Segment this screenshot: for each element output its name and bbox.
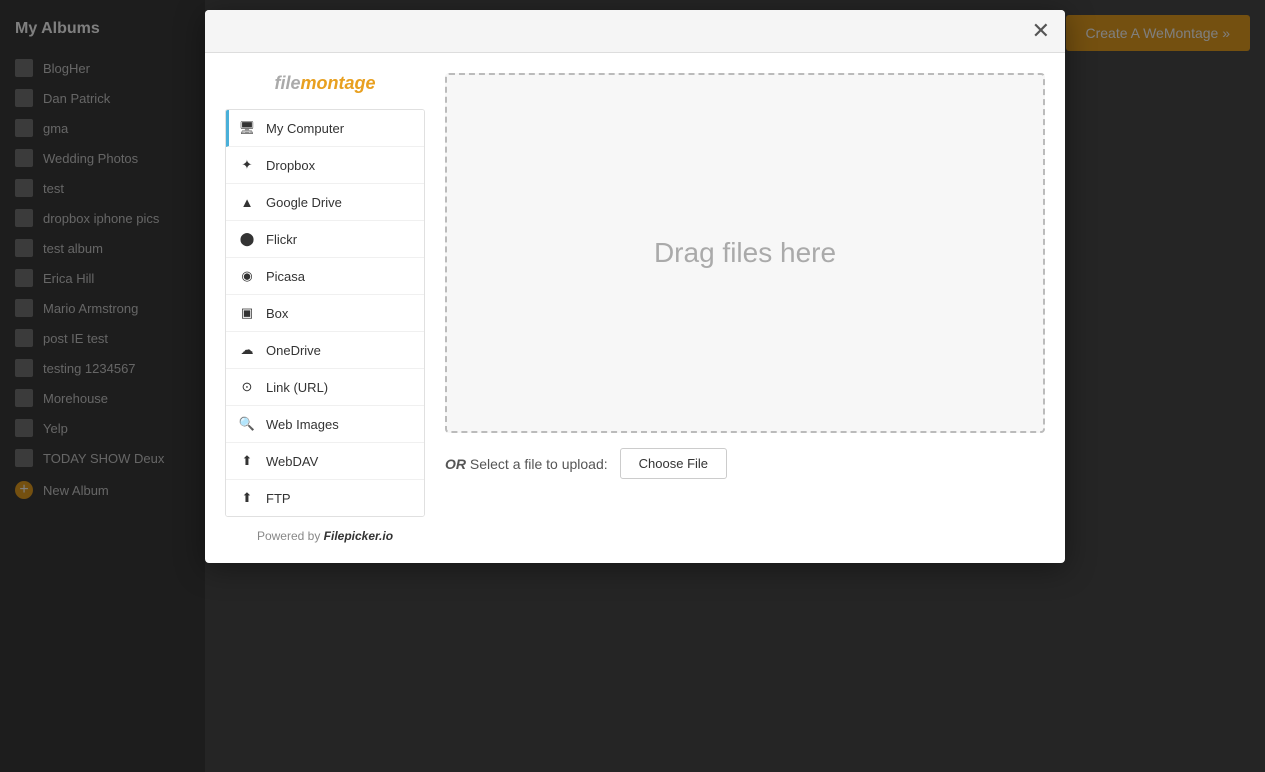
powered-by-brand: Filepicker.io bbox=[324, 529, 393, 543]
source-item-flickr[interactable]: ⬤ Flickr bbox=[226, 221, 424, 258]
source-label: WebDAV bbox=[266, 454, 318, 469]
modal-close-button[interactable]: ✕ bbox=[1032, 20, 1050, 42]
file-picker-modal: ✕ filemontage 🖥 My Computer ✦ Dropbox ▲ Googl… bbox=[205, 10, 1065, 563]
upload-row: OR Select a file to upload: Choose File bbox=[445, 448, 1045, 479]
powered-by-prefix: Powered by bbox=[257, 529, 324, 543]
upload-label: OR Select a file to upload: bbox=[445, 456, 608, 472]
source-item-google-drive[interactable]: ▲ Google Drive bbox=[226, 184, 424, 221]
modal-header: ✕ bbox=[205, 10, 1065, 53]
source-label: My Computer bbox=[266, 121, 344, 136]
source-item-ftp[interactable]: ⬆ FTP bbox=[226, 480, 424, 516]
source-label: OneDrive bbox=[266, 343, 321, 358]
flickr-icon: ⬤ bbox=[238, 230, 256, 248]
upload-label-text: Select a file to upload: bbox=[470, 456, 608, 472]
drop-zone[interactable]: Drag files here bbox=[445, 73, 1045, 433]
source-item-picasa[interactable]: ◉ Picasa bbox=[226, 258, 424, 295]
webdav-icon: ⬆ bbox=[238, 452, 256, 470]
box-icon: ▣ bbox=[238, 304, 256, 322]
picasa-icon: ◉ bbox=[238, 267, 256, 285]
source-item-onedrive[interactable]: ☁ OneDrive bbox=[226, 332, 424, 369]
source-label: Google Drive bbox=[266, 195, 342, 210]
source-label: FTP bbox=[266, 491, 291, 506]
dropbox-icon: ✦ bbox=[238, 156, 256, 174]
webimages-icon: 🔍 bbox=[238, 415, 256, 433]
source-item-link-url[interactable]: ⊙ Link (URL) bbox=[226, 369, 424, 406]
computer-icon: 🖥 bbox=[238, 119, 256, 137]
choose-file-button[interactable]: Choose File bbox=[620, 448, 727, 479]
onedrive-icon: ☁ bbox=[238, 341, 256, 359]
source-menu: 🖥 My Computer ✦ Dropbox ▲ Google Drive ⬤ Flickr… bbox=[225, 109, 425, 517]
modal-body: filemontage 🖥 My Computer ✦ Dropbox ▲ Google … bbox=[205, 53, 1065, 563]
source-label: Dropbox bbox=[266, 158, 315, 173]
source-label: Link (URL) bbox=[266, 380, 328, 395]
filepicker-logo: filemontage bbox=[225, 73, 425, 94]
source-label: Flickr bbox=[266, 232, 297, 247]
upload-or: OR bbox=[445, 456, 466, 472]
gdrive-icon: ▲ bbox=[238, 193, 256, 211]
logo-text: filemontage bbox=[225, 73, 425, 94]
source-label: Web Images bbox=[266, 417, 339, 432]
powered-by: Powered by Filepicker.io bbox=[225, 529, 425, 543]
source-panel: filemontage 🖥 My Computer ✦ Dropbox ▲ Google … bbox=[225, 73, 425, 543]
source-item-dropbox[interactable]: ✦ Dropbox bbox=[226, 147, 424, 184]
source-label: Box bbox=[266, 306, 288, 321]
source-item-web-images[interactable]: 🔍 Web Images bbox=[226, 406, 424, 443]
source-item-webdav[interactable]: ⬆ WebDAV bbox=[226, 443, 424, 480]
logo-brand: montage bbox=[301, 73, 376, 93]
link-icon: ⊙ bbox=[238, 378, 256, 396]
source-item-box[interactable]: ▣ Box bbox=[226, 295, 424, 332]
ftp-icon: ⬆ bbox=[238, 489, 256, 507]
drop-zone-text: Drag files here bbox=[654, 237, 836, 269]
source-label: Picasa bbox=[266, 269, 305, 284]
upload-panel: Drag files here OR Select a file to uplo… bbox=[445, 73, 1045, 543]
source-item-my-computer[interactable]: 🖥 My Computer bbox=[226, 110, 424, 147]
